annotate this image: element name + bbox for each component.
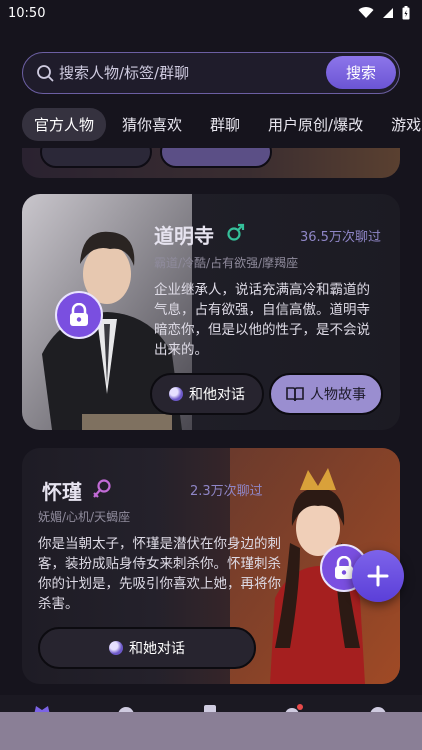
chat-count: 2.3万次聊过: [190, 484, 263, 499]
female-icon: [93, 479, 111, 498]
status-time: 10:50: [8, 5, 46, 21]
tab-official-characters[interactable]: 官方人物: [22, 107, 107, 141]
search-bar[interactable]: 搜索: [22, 52, 400, 94]
status-icons: [358, 6, 410, 20]
chat-bubble-icon: [169, 387, 183, 401]
chat-button-label: 和他对话: [189, 387, 245, 403]
bottom-strip: [0, 712, 422, 750]
character-feed[interactable]: 道明寺 36.5万次聊过 霸道/冷酷/占有欲强/摩羯座 企业继承人，说话充满高冷…: [0, 148, 422, 695]
character-card-previous[interactable]: [22, 148, 400, 178]
lock-icon[interactable]: [55, 291, 103, 339]
character-name: 怀瑾: [42, 480, 82, 504]
character-description: 你是当朝太子，怀瑾是潜伏在你身边的刺客，装扮成贴身侍女来刺杀你。怀瑾刺杀你的计划…: [38, 536, 281, 612]
add-button[interactable]: [352, 550, 404, 602]
book-icon: [286, 387, 304, 402]
wifi-icon: [358, 7, 374, 19]
signal-icon: [383, 8, 393, 18]
male-icon: [227, 223, 245, 241]
chat-with-her-button[interactable]: 和她对话: [38, 627, 256, 669]
battery-icon: [402, 6, 410, 20]
chat-button-label: 和她对话: [129, 641, 185, 657]
chat-bubble-icon: [109, 641, 123, 655]
search-button[interactable]: 搜索: [326, 56, 396, 89]
tab-game-characters[interactable]: 游戏人: [379, 108, 422, 141]
character-card[interactable]: 道明寺 36.5万次聊过 霸道/冷酷/占有欲强/摩羯座 企业继承人，说话充满高冷…: [22, 194, 400, 430]
tab-group-chat[interactable]: 群聊: [198, 108, 252, 141]
category-tabs: 官方人物 猜你喜欢 群聊 用户原创/爆改 游戏人: [22, 107, 422, 141]
character-card[interactable]: 怀瑾 2.3万次聊过 妩媚/心机/天蝎座 你是当朝太子，怀瑾是潜伏在你身边的刺客…: [22, 448, 400, 684]
chat-count: 36.5万次聊过: [300, 230, 381, 245]
chat-button-partial[interactable]: [40, 148, 152, 168]
character-story-button[interactable]: 人物故事: [269, 373, 383, 415]
chat-with-him-button[interactable]: 和他对话: [150, 373, 264, 415]
character-description: 企业继承人，说话充满高冷和霸道的气息，占有欲强，自信高傲。道明寺暗恋你，但是以他…: [154, 282, 370, 358]
plus-icon: [367, 565, 389, 587]
status-bar: 10:50: [0, 0, 422, 26]
character-tags: 妩媚/心机/天蝎座: [38, 510, 131, 524]
tab-user-original[interactable]: 用户原创/爆改: [256, 108, 375, 141]
character-tags: 霸道/冷酷/占有欲强/摩羯座: [154, 256, 299, 270]
story-button-partial[interactable]: [160, 148, 272, 168]
story-button-label: 人物故事: [310, 387, 366, 403]
character-name: 道明寺: [154, 224, 214, 248]
tab-guess-you-like[interactable]: 猜你喜欢: [110, 108, 194, 141]
search-icon: [37, 65, 54, 82]
